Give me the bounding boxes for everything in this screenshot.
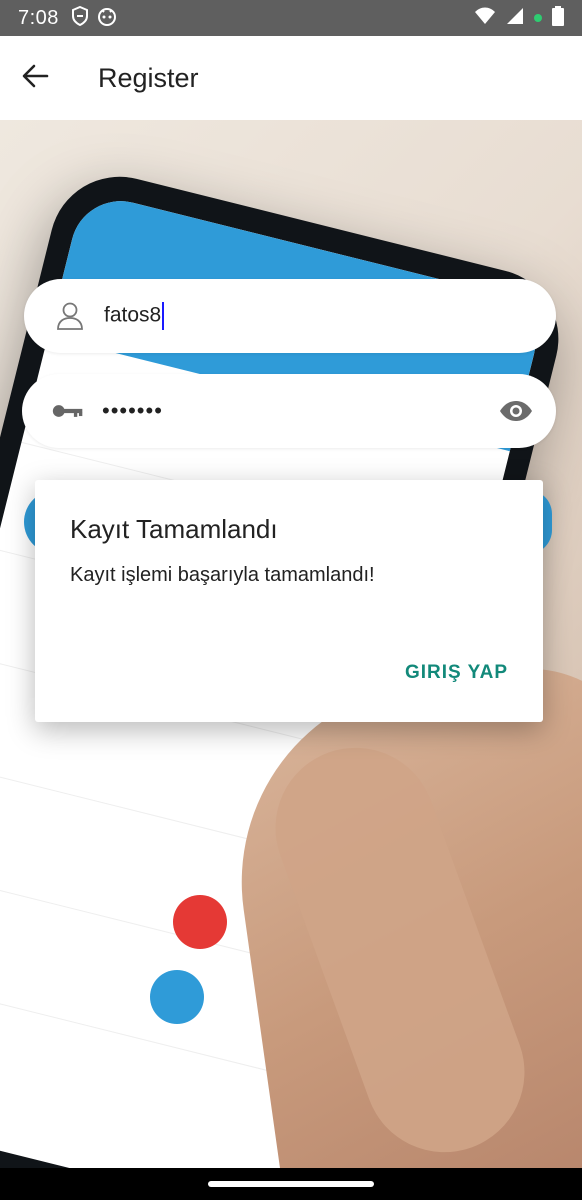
person-icon bbox=[54, 300, 86, 332]
key-icon bbox=[52, 395, 84, 427]
chat-icon bbox=[150, 970, 204, 1024]
dialog-message: Kayıt işlemi başarıyla tamamlandı! bbox=[70, 564, 375, 586]
app-bar: Register bbox=[0, 36, 582, 120]
eye-icon[interactable] bbox=[496, 391, 536, 431]
login-action-button[interactable]: GIRIŞ YAP bbox=[405, 662, 508, 684]
dialog-title: Kayıt Tamamlandı bbox=[70, 514, 278, 544]
username-input[interactable]: fatos8 bbox=[104, 302, 165, 330]
signal-icon bbox=[506, 7, 524, 30]
status-dot bbox=[534, 9, 542, 27]
shield-icon bbox=[71, 5, 89, 31]
username-field[interactable]: fatos8 bbox=[24, 279, 556, 353]
battery-icon bbox=[552, 5, 564, 31]
registration-complete-dialog: Kayıt Tamamlandı Kayıt işlemi başarıyla … bbox=[35, 480, 543, 722]
robot-icon bbox=[97, 6, 117, 31]
home-gesture-handle[interactable] bbox=[208, 1181, 374, 1187]
phone-call-icon bbox=[173, 895, 227, 949]
arrow-left-icon bbox=[21, 62, 49, 95]
status-time: 7:08 bbox=[18, 6, 59, 29]
status-bar: 7:08 bbox=[0, 0, 582, 36]
password-field[interactable]: ••••••• bbox=[22, 374, 556, 448]
navigation-bar bbox=[0, 1168, 582, 1200]
password-input[interactable]: ••••••• bbox=[102, 398, 163, 424]
back-button[interactable] bbox=[0, 36, 70, 120]
wifi-icon bbox=[474, 7, 496, 30]
page-title: Register bbox=[98, 62, 199, 93]
text-caret bbox=[162, 302, 165, 330]
